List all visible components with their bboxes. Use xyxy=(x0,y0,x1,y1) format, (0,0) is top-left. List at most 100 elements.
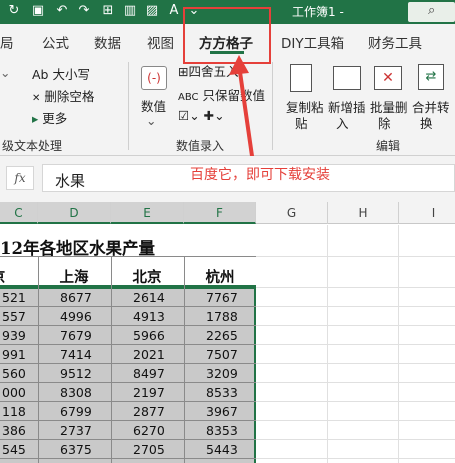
column-header-h[interactable]: H xyxy=(328,202,399,224)
table-cell[interactable]: 557 xyxy=(2,309,26,324)
table-cell[interactable]: 2737 xyxy=(60,423,92,438)
table-cell[interactable]: 8533 xyxy=(206,385,238,400)
table-divider xyxy=(0,325,256,326)
column-header-g[interactable]: G xyxy=(256,202,328,224)
table-cell[interactable]: 7414 xyxy=(60,347,92,362)
tab-layout[interactable]: 局 xyxy=(0,32,14,52)
tab-data[interactable]: 数据 xyxy=(94,32,121,52)
table-cell[interactable]: 8308 xyxy=(60,385,92,400)
case-button[interactable]: Ab 大小写 xyxy=(32,64,90,83)
merge-convert-label-2: 换 xyxy=(420,116,433,131)
column-header-f[interactable]: F xyxy=(184,202,256,224)
picture-icon[interactable]: ▨ xyxy=(144,3,160,19)
tab-view[interactable]: 视图 xyxy=(147,32,174,52)
merge-icon: ⇄ xyxy=(418,64,444,90)
insert-label-2: 入 xyxy=(336,116,349,131)
group-label-text: 级文本处理 xyxy=(2,139,63,153)
text-icon[interactable]: A xyxy=(166,3,182,19)
tab-diy-toolbox[interactable]: DIY工具箱 xyxy=(281,32,344,52)
header-cell-hangzhou: 杭州 xyxy=(205,270,235,286)
header-cell-shanghai: 上海 xyxy=(59,270,89,286)
remove-spaces-button[interactable]: ✕ 删除空格 xyxy=(32,86,94,105)
formula-value: 水果 xyxy=(55,172,86,190)
insert-formula-button[interactable]: ☑⌄ ✚⌄ xyxy=(178,108,225,123)
bar-chart-icon[interactable]: ▥ xyxy=(122,3,138,19)
delete-icon: ✕ xyxy=(374,66,402,90)
numeric-icon: (-) xyxy=(141,66,167,90)
tab-formulas[interactable]: 公式 xyxy=(42,32,69,52)
table-divider xyxy=(0,458,256,459)
table-cell[interactable]: 4913 xyxy=(133,309,165,324)
table-cell[interactable]: 7507 xyxy=(206,347,238,362)
table-cell[interactable]: 545 xyxy=(2,442,26,457)
column-header-i[interactable]: I xyxy=(399,202,455,224)
table-cell[interactable]: 000 xyxy=(2,385,26,400)
annotation-arrow xyxy=(229,55,255,164)
column-header-e[interactable]: E xyxy=(111,202,184,224)
table-cell[interactable]: 7679 xyxy=(60,328,92,343)
table-cell[interactable]: 2705 xyxy=(133,442,165,457)
table-cell[interactable]: 3209 xyxy=(206,366,238,381)
table-cell[interactable]: 6270 xyxy=(133,423,165,438)
search-box[interactable]: ⌕ xyxy=(408,2,455,22)
table-icon[interactable]: ⊞ xyxy=(100,3,116,19)
table-cell[interactable]: 6375 xyxy=(60,442,92,457)
table-cell[interactable]: 2021 xyxy=(133,347,165,362)
paste-icon xyxy=(290,64,312,92)
table-divider xyxy=(111,256,112,463)
table-cell[interactable]: 9512 xyxy=(60,366,92,381)
redo-icon[interactable]: ↷ xyxy=(76,3,92,19)
table-cell[interactable]: 521 xyxy=(2,290,26,305)
table-cell[interactable]: 2197 xyxy=(133,385,165,400)
fx-button[interactable]: fx xyxy=(6,166,34,190)
table-cell[interactable]: 2877 xyxy=(133,404,165,419)
worksheet-grid[interactable]: C D E F G H I 12年各地区水果产量 京 上海 北京 杭州 xyxy=(0,202,455,463)
group-divider xyxy=(128,62,129,150)
table-cell[interactable]: 1788 xyxy=(206,309,238,324)
window-title: 工作簿1 - xyxy=(292,5,344,19)
table-divider xyxy=(0,363,256,364)
search-icon: ⌕ xyxy=(428,3,436,18)
autosave-icon[interactable]: ↻ xyxy=(6,3,22,19)
table-cell[interactable]: 2614 xyxy=(133,290,165,305)
tab-finance-tools[interactable]: 财务工具 xyxy=(368,32,422,52)
table-divider xyxy=(0,344,256,345)
table-cell[interactable]: 118 xyxy=(2,404,26,419)
insert-icon xyxy=(333,66,361,90)
formula-icon: ☑ xyxy=(178,108,190,123)
group-label-edit: 编辑 xyxy=(376,139,401,153)
table-cell[interactable]: 560 xyxy=(2,366,26,381)
table-cell[interactable]: 3967 xyxy=(206,404,238,419)
table-divider xyxy=(0,401,256,402)
chevron-icon: ⌄ xyxy=(0,65,11,80)
table-cell[interactable]: 6799 xyxy=(60,404,92,419)
table-cell[interactable]: 386 xyxy=(2,423,26,438)
abc-icon: ABC xyxy=(178,92,199,103)
table-cell[interactable]: 7767 xyxy=(206,290,238,305)
table-cell[interactable]: 8497 xyxy=(133,366,165,381)
save-icon[interactable]: ▣ xyxy=(30,3,46,19)
group-divider xyxy=(272,62,273,150)
column-header-c[interactable]: C xyxy=(0,202,38,224)
remove-spaces-icon: ✕ xyxy=(32,93,41,104)
header-cell-beijing-partial: 京 xyxy=(0,266,34,287)
table-divider xyxy=(0,420,256,421)
table-cell[interactable]: 5966 xyxy=(133,328,165,343)
column-header-d[interactable]: D xyxy=(38,202,111,224)
annotation-text: 百度它，即可下载安装 xyxy=(190,167,330,183)
undo-icon[interactable]: ↶ xyxy=(54,3,70,19)
table-cell[interactable]: 8353 xyxy=(206,423,238,438)
table-cell[interactable]: 991 xyxy=(2,347,26,362)
more-button[interactable]: ▸ 更多 xyxy=(32,108,67,127)
chevron-down-icon: ⌄ xyxy=(146,113,157,128)
column-headers: C D E F G H I xyxy=(0,202,455,224)
table-cell[interactable]: 8677 xyxy=(60,290,92,305)
table-divider xyxy=(0,382,256,383)
table-divider xyxy=(0,306,256,307)
table-cell[interactable]: 2265 xyxy=(206,328,238,343)
batch-delete-label-2: 除 xyxy=(378,116,391,131)
table-cell[interactable]: 5443 xyxy=(206,442,238,457)
table-cell[interactable]: 4996 xyxy=(60,309,92,324)
table-divider xyxy=(0,439,256,440)
table-cell[interactable]: 939 xyxy=(2,328,26,343)
